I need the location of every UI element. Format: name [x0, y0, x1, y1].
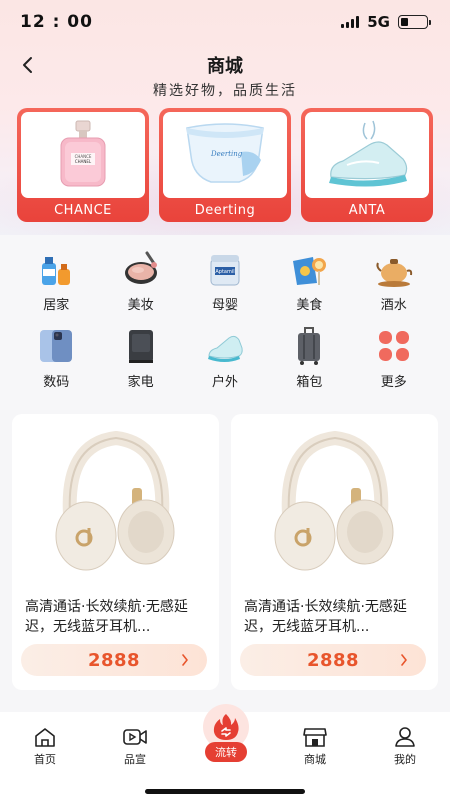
category-digital[interactable]: 数码 [14, 324, 98, 390]
category-label: 居家 [43, 298, 70, 313]
svg-text:Aptamil: Aptamil [215, 269, 234, 275]
battery-icon [398, 15, 431, 29]
diaper-image: Deerting [163, 112, 287, 198]
back-button[interactable] [14, 51, 42, 79]
brand-card-anta[interactable]: ANTA [301, 108, 433, 222]
brand-card-deerting[interactable]: Deerting Deerting [159, 108, 291, 222]
brand-label: ANTA [348, 203, 386, 218]
signal-icon [341, 16, 360, 28]
luggage-icon [287, 324, 331, 368]
user-icon [395, 727, 415, 747]
category-outdoor[interactable]: 户外 [183, 324, 267, 390]
tab-circulate[interactable]: 流转 [196, 704, 256, 762]
category-label: 美食 [296, 298, 323, 313]
tab-label: 商城 [304, 753, 326, 766]
brand-label: Deerting [194, 203, 256, 218]
bottom-tab-bar: 首页 品宣 流转 商城 我的 [0, 704, 450, 800]
category-label: 箱包 [296, 375, 323, 390]
category-baby[interactable]: Aptamil 母婴 [183, 247, 267, 313]
outdoor-shoe-icon [203, 324, 247, 368]
category-section: 居家 美妆 Aptamil 母婴 美食 酒水 数码 家电 户外 箱包 更多 [0, 235, 450, 410]
category-grid: 居家 美妆 Aptamil 母婴 美食 酒水 数码 家电 户外 箱包 更多 [14, 247, 436, 390]
brand-cards: CHANCE CHANEL CHANCE Deerting Deerting A… [17, 108, 433, 222]
brand-card-chance[interactable]: CHANCE CHANEL CHANCE [17, 108, 149, 222]
home-indicator [145, 789, 305, 794]
category-label: 酒水 [380, 298, 407, 313]
category-food[interactable]: 美食 [267, 247, 351, 313]
headphones-image [12, 414, 219, 584]
perfume-bottle-image: CHANCE CHANEL [21, 112, 145, 198]
category-more[interactable]: 更多 [352, 324, 436, 390]
network-type: 5G [367, 13, 390, 31]
tab-label: 我的 [394, 753, 416, 766]
tab-promo[interactable]: 品宣 [105, 726, 165, 767]
category-label: 户外 [211, 375, 238, 390]
category-makeup[interactable]: 美妆 [98, 247, 182, 313]
chevron-right-icon [401, 654, 407, 666]
chevron-right-icon [182, 654, 188, 666]
page-subtitle: 精选好物，品质生活 [153, 83, 297, 99]
product-title: 高清通话·长效续航·无感延迟，无线蓝牙耳机... [244, 599, 407, 635]
video-icon [123, 729, 147, 745]
category-label: 家电 [127, 375, 154, 390]
category-drinks[interactable]: 酒水 [352, 247, 436, 313]
category-label: 美妆 [127, 298, 154, 313]
category-luggage[interactable]: 箱包 [267, 324, 351, 390]
makeup-icon [119, 247, 163, 291]
tab-store[interactable]: 商城 [285, 726, 345, 767]
category-appliance[interactable]: 家电 [98, 324, 182, 390]
tab-label: 品宣 [124, 753, 146, 766]
product-price: 2888 [306, 649, 360, 671]
category-label: 更多 [380, 375, 407, 390]
appliance-icon [119, 324, 163, 368]
more-icon [372, 324, 416, 368]
tab-mine[interactable]: 我的 [375, 726, 435, 767]
baby-formula-icon: Aptamil [203, 247, 247, 291]
snack-icon [287, 247, 331, 291]
store-icon [303, 728, 327, 747]
product-list: 高清通话·长效续航·无感延迟，无线蓝牙耳机... 2888 高清通话·长效续航·… [12, 414, 438, 690]
phone-icon [34, 324, 78, 368]
price-button[interactable]: 2888 [240, 644, 426, 676]
product-title: 高清通话·长效续航·无感延迟，无线蓝牙耳机... [25, 599, 188, 635]
status-bar: 12 : 00 5G [0, 0, 450, 44]
brand-label: CHANCE [54, 203, 112, 218]
home-icon [35, 728, 55, 747]
tab-home[interactable]: 首页 [15, 726, 75, 767]
sneaker-image [305, 112, 429, 198]
teapot-icon [372, 247, 416, 291]
status-time: 12 : 00 [20, 12, 93, 32]
category-household[interactable]: 居家 [14, 247, 98, 313]
category-label: 数码 [43, 375, 70, 390]
page-title: 商城 [207, 56, 243, 77]
headphones-image [231, 414, 438, 584]
product-card[interactable]: 高清通话·长效续航·无感延迟，无线蓝牙耳机... 2888 [12, 414, 219, 690]
status-indicators: 5G [341, 13, 431, 31]
svg-text:Deerting: Deerting [210, 150, 243, 158]
nav-header: 商城 [0, 48, 450, 82]
product-price: 2888 [87, 649, 141, 671]
price-button[interactable]: 2888 [21, 644, 207, 676]
flame-icon [213, 714, 239, 740]
chevron-left-icon [23, 57, 32, 73]
tab-label: 流转 [205, 742, 247, 762]
household-icon [34, 247, 78, 291]
product-card[interactable]: 高清通话·长效续航·无感延迟，无线蓝牙耳机... 2888 [231, 414, 438, 690]
tab-label: 首页 [34, 753, 56, 766]
svg-text:CHANEL: CHANEL [75, 159, 92, 164]
category-label: 母婴 [211, 298, 238, 313]
